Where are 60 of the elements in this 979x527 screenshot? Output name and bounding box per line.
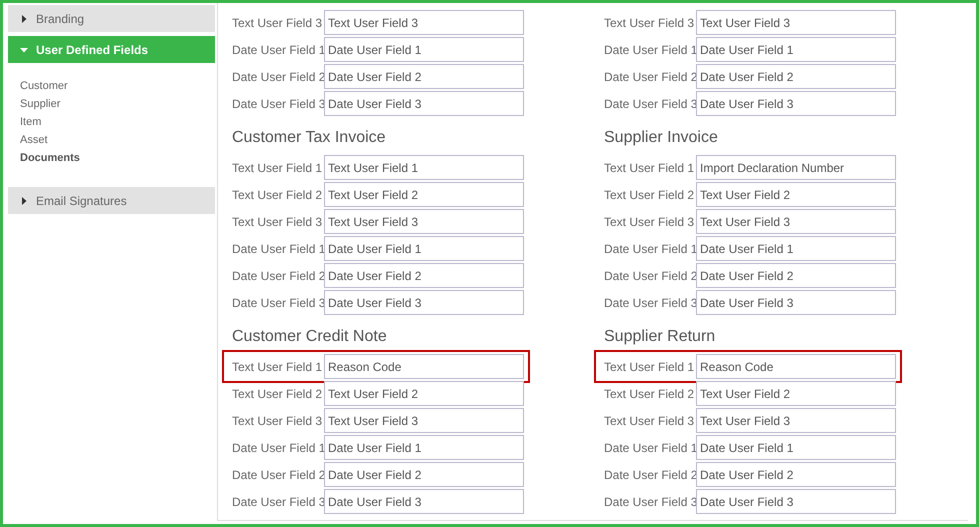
- field-label: Text User Field 2: [232, 386, 324, 402]
- input-field[interactable]: Date User Field 2: [324, 263, 524, 288]
- field-label: Text User Field 1: [232, 358, 324, 376]
- section-header[interactable]: Branding: [8, 5, 215, 32]
- input-field[interactable]: Date User Field 3: [324, 91, 524, 116]
- section-title: Supplier Return: [604, 327, 716, 347]
- input-field[interactable]: Date User Field 2: [324, 462, 524, 487]
- input-field[interactable]: Date User Field 2: [696, 462, 896, 487]
- field-label: Text User Field 2: [604, 386, 696, 402]
- section-header[interactable]: Email Signatures: [8, 187, 215, 214]
- input-field[interactable]: Date User Field 3: [696, 290, 896, 315]
- sidebar-link[interactable]: Supplier: [20, 95, 60, 113]
- input-field[interactable]: Date User Field 2: [696, 64, 896, 89]
- input-field[interactable]: Date User Field 3: [696, 489, 896, 514]
- input-field[interactable]: Date User Field 1: [696, 37, 896, 62]
- field-label: Text User Field 3: [604, 214, 696, 230]
- sidebar-link[interactable]: Customer: [20, 77, 68, 95]
- sidebar-link[interactable]: Documents: [20, 149, 80, 167]
- input-field[interactable]: Date User Field 1: [696, 236, 896, 261]
- input-field[interactable]: Date User Field 2: [324, 64, 524, 89]
- field-label: Text User Field 1: [604, 160, 696, 176]
- input-field[interactable]: Date User Field 1: [324, 37, 524, 62]
- input-field[interactable]: Text User Field 3: [696, 209, 896, 234]
- input-field[interactable]: Text User Field 2: [696, 182, 896, 207]
- input-field[interactable]: Date User Field 1: [324, 435, 524, 460]
- field-label: Text User Field 1: [232, 160, 324, 176]
- input-field[interactable]: Text User Field 2: [324, 381, 524, 406]
- section-title: Customer Credit Note: [232, 327, 387, 347]
- input-field[interactable]: Text User Field 3: [696, 10, 896, 35]
- section-title: Supplier Invoice: [604, 128, 718, 148]
- input-field[interactable]: Text User Field 3: [696, 408, 896, 433]
- field-label: Text User Field 3: [232, 412, 324, 430]
- input-field[interactable]: Text User Field 3: [324, 408, 524, 433]
- field-label: Text User Field 3: [232, 14, 324, 32]
- input-field[interactable]: Text User Field 2: [324, 182, 524, 207]
- sidebar-link[interactable]: Asset: [20, 131, 48, 149]
- input-field[interactable]: Date User Field 1: [324, 236, 524, 261]
- caret-right-icon: [20, 196, 28, 204]
- sidebar-link[interactable]: Item: [20, 113, 42, 131]
- input-field[interactable]: Text User Field 1: [324, 155, 524, 180]
- input-field[interactable]: Date User Field 3: [696, 91, 896, 116]
- field-label: Text User Field 3: [232, 214, 324, 230]
- section-title: Customer Tax Invoice: [232, 128, 386, 148]
- input-field[interactable]: Text User Field 3: [324, 10, 524, 35]
- input-field[interactable]: Text User Field 2: [696, 381, 896, 406]
- field-label: Text User Field 3: [604, 14, 696, 32]
- input-field[interactable]: Reason Code: [696, 354, 896, 379]
- field-label: Text User Field 2: [604, 186, 696, 204]
- input-field[interactable]: Date User Field 3: [324, 489, 524, 514]
- caret-right-icon: [20, 14, 28, 22]
- input-field[interactable]: Date User Field 2: [696, 263, 896, 288]
- input-field[interactable]: Date User Field 3: [324, 290, 524, 315]
- field-label: Text User Field 3: [604, 412, 696, 430]
- caret-down-icon: [20, 46, 28, 54]
- input-field[interactable]: Import Declaration Number: [696, 155, 896, 180]
- input-field[interactable]: Date User Field 1: [696, 435, 896, 460]
- field-label: Text User Field 2: [232, 186, 324, 204]
- input-field[interactable]: Text User Field 3: [324, 209, 524, 234]
- input-field[interactable]: Reason Code: [324, 354, 524, 379]
- field-label: Text User Field 1: [604, 358, 696, 376]
